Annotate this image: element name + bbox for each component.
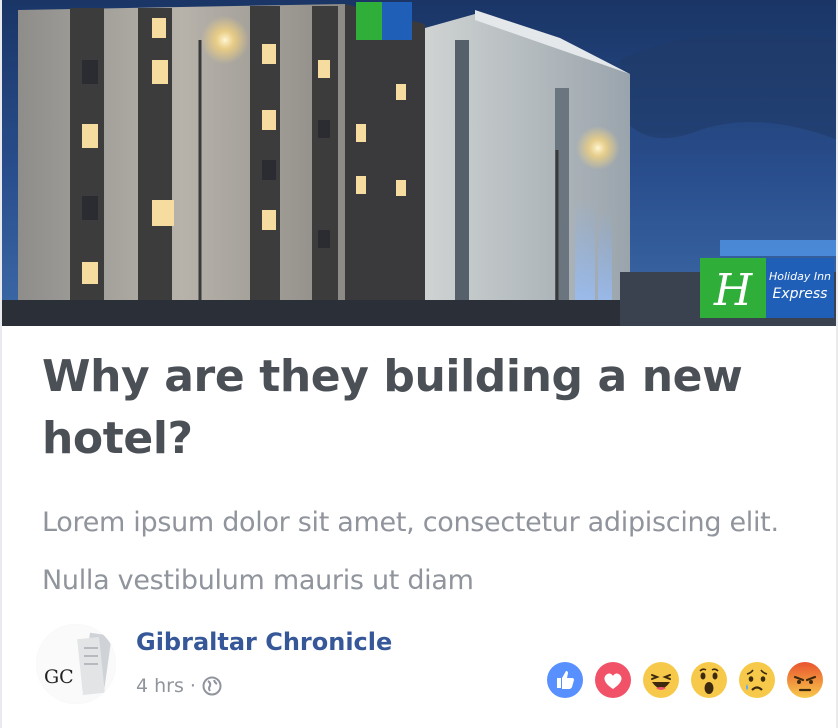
link-preview-card[interactable]: H Holiday Inn Express Why are they build…: [0, 0, 838, 728]
sign-logo-letter: H: [713, 265, 754, 316]
sad-icon[interactable]: [738, 661, 776, 699]
sign-brand-line1: Holiday Inn: [769, 270, 831, 283]
card-border-left: [0, 0, 2, 728]
summary: Lorem ipsum dolor sit amet, consectetur …: [42, 507, 779, 596]
reactions-summary[interactable]: [546, 661, 826, 701]
headline[interactable]: Why are they building a new hotel?: [42, 346, 802, 470]
sign-brand-line2: Express: [773, 286, 828, 302]
meta-separator: ·: [189, 675, 196, 697]
publisher-name-link[interactable]: Gibraltar Chronicle: [136, 628, 392, 656]
publisher-avatar[interactable]: GC: [36, 624, 116, 704]
post-meta: 4 hrs ·: [136, 672, 222, 700]
angry-icon[interactable]: [786, 661, 824, 699]
hero-image[interactable]: H Holiday Inn Express: [0, 0, 838, 326]
globe-icon[interactable]: [202, 676, 222, 696]
wow-icon[interactable]: [690, 661, 728, 699]
publisher-avatar-text: GC: [44, 666, 74, 688]
like-icon[interactable]: [546, 661, 584, 699]
post-time[interactable]: 4 hrs: [136, 675, 184, 697]
love-icon[interactable]: [594, 661, 632, 699]
haha-icon[interactable]: [642, 661, 680, 699]
